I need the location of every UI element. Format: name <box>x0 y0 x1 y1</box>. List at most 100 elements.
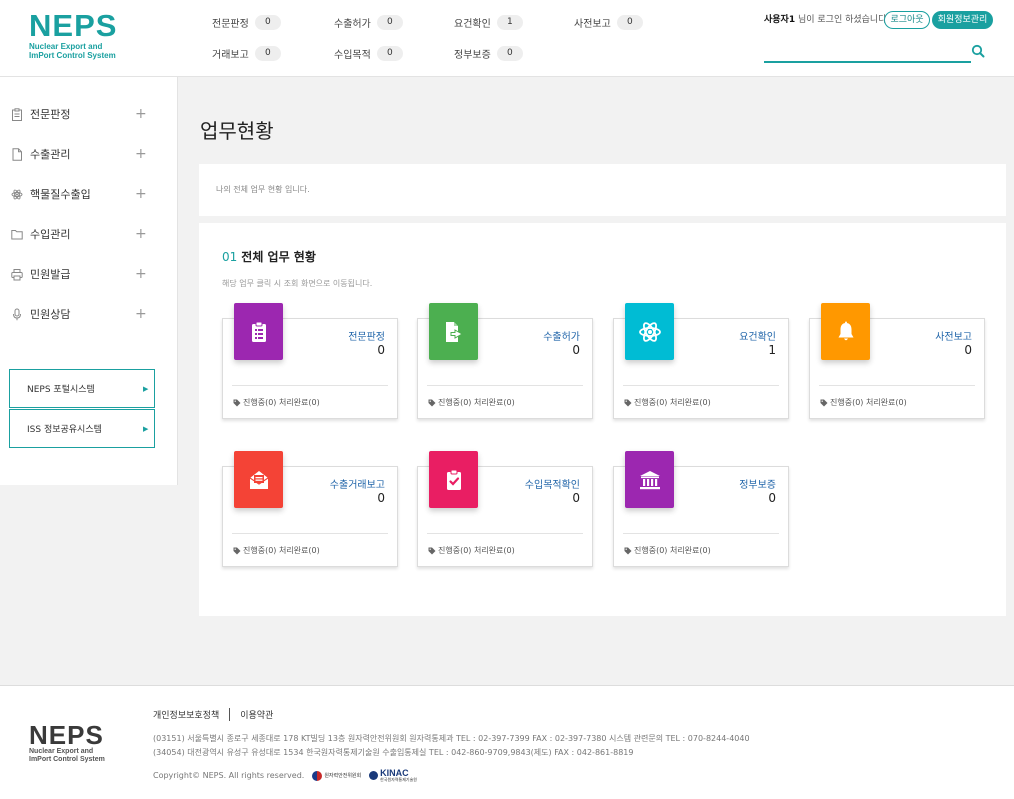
counter-export-license[interactable]: 수출허가 0 <box>334 14 403 30</box>
footer-address-2: (34054) 대전광역시 유성구 유성대로 1534 한국원자력통제기술원 수… <box>153 748 634 757</box>
government-icon <box>639 470 660 489</box>
user-name: 사용자1 <box>764 15 796 25</box>
privacy-policy-link[interactable]: 개인정보보호정책 <box>153 708 219 721</box>
counter-label: 전문판정 <box>212 18 249 30</box>
logo-subtitle-2: ImPort Control System <box>29 51 116 60</box>
counter-label: 수입목적 <box>334 49 371 61</box>
atom-icon <box>638 321 661 342</box>
sidebar-item-label: 수출관리 <box>30 148 71 161</box>
neps-logo[interactable]: NEPS Nuclear Export and ImPort Control S… <box>29 8 118 61</box>
portal-label: ISS 정보공유시스템 <box>27 425 102 435</box>
sidebar-item-civil-consultation[interactable]: 민원상담 + <box>0 294 178 334</box>
footer-logo-subtitle-2: ImPort Control System <box>29 756 105 763</box>
microphone-icon <box>13 308 21 320</box>
card-title: 정부보증 <box>739 480 776 491</box>
logout-button[interactable]: 로그아웃 <box>884 11 930 29</box>
sidebar-item-judgment[interactable]: 전문판정 + <box>0 94 178 134</box>
card-status: 진행중(0) 처리완료(0) <box>428 397 515 408</box>
counter-requirement-check[interactable]: 요건확인 1 <box>454 14 523 30</box>
search-icon[interactable] <box>971 44 985 58</box>
sidebar-item-label: 민원상담 <box>30 308 71 321</box>
tag-icon <box>820 399 828 406</box>
footer-address-1: (03151) 서울특별시 종로구 세종대로 178 KT빌딩 13층 원자력안… <box>153 734 750 743</box>
card-status: 진행중(0) 처리완료(0) <box>233 545 320 556</box>
logo-word: NEPS <box>29 8 118 43</box>
card-export-license[interactable]: 수출허가 0 진행중(0) 처리완료(0) <box>417 303 593 419</box>
expand-plus-icon[interactable]: + <box>135 307 147 321</box>
card-title: 수출거래보고 <box>329 480 385 491</box>
search-input[interactable] <box>764 48 971 65</box>
counter-label: 수출허가 <box>334 18 371 30</box>
counter-label: 거래보고 <box>212 49 249 61</box>
counter-transaction-report[interactable]: 거래보고 0 <box>212 45 281 61</box>
expand-plus-icon[interactable]: + <box>135 147 147 161</box>
caret-right-icon: ▶ <box>143 424 149 433</box>
expand-plus-icon[interactable]: + <box>135 267 147 281</box>
card-count: 0 <box>768 491 776 505</box>
counter-badge: 0 <box>254 14 281 30</box>
terms-link[interactable]: 이용약관 <box>240 708 273 721</box>
footer-logo-word: NEPS <box>29 720 104 750</box>
sidebar-item-label: 민원발급 <box>30 268 71 281</box>
member-info-button[interactable]: 회원정보관리 <box>932 11 993 29</box>
counter-badge: 0 <box>496 45 523 61</box>
expand-plus-icon[interactable]: + <box>135 107 147 121</box>
sidebar-item-export-management[interactable]: 수출관리 + <box>0 134 178 174</box>
page-description: 나의 전체 업무 현황 입니다. <box>216 185 310 194</box>
expand-plus-icon[interactable]: + <box>135 227 147 241</box>
card-title: 전문판정 <box>348 332 385 343</box>
kinac-logo: KINAC 한국원자력통제기술원 <box>369 769 417 782</box>
footer-links: 개인정보보호정책 이용약관 <box>153 708 273 721</box>
tag-icon <box>233 399 241 406</box>
card-judgment[interactable]: 전문판정 0 진행중(0) 처리완료(0) <box>222 303 398 419</box>
card-count: 0 <box>377 491 385 505</box>
card-status-text: 진행중(0) 처리완료(0) <box>634 398 711 407</box>
card-import-purpose-check[interactable]: 수입목적확인 0 진행중(0) 처리완료(0) <box>417 451 593 567</box>
card-divider <box>623 385 779 386</box>
card-divider <box>623 533 779 534</box>
card-status-text: 진행중(0) 처리완료(0) <box>243 546 320 555</box>
card-count: 0 <box>572 491 580 505</box>
tag-icon <box>428 547 436 554</box>
kinac-logo-subtext: 한국원자력통제기술원 <box>380 777 417 782</box>
nssc-logo-text: 원자력안전위원회 <box>324 773 362 779</box>
tag-icon <box>428 399 436 406</box>
sidebar-item-import-management[interactable]: 수입관리 + <box>0 214 178 254</box>
sidebar-item-nuclear-material[interactable]: 핵물질수출입 + <box>0 174 178 214</box>
counter-badge: 0 <box>254 45 281 61</box>
card-icon-box <box>429 451 478 508</box>
copyright-text: Copyright© NEPS. All rights reserved. <box>153 771 305 780</box>
bell-icon <box>838 321 853 340</box>
card-icon-box <box>234 451 283 508</box>
section-description: 해당 업무 클릭 시 조회 화면으로 이동됩니다. <box>222 279 373 288</box>
card-government-guarantee[interactable]: 정부보증 0 진행중(0) 처리완료(0) <box>613 451 789 567</box>
card-prior-report[interactable]: 사전보고 0 진행중(0) 처리완료(0) <box>809 303 985 419</box>
expand-plus-icon[interactable]: + <box>135 187 147 201</box>
counter-judgment[interactable]: 전문판정 0 <box>212 14 281 30</box>
sidebar-item-civil-issuance[interactable]: 민원발급 + <box>0 254 178 294</box>
counter-badge: 0 <box>376 45 403 61</box>
card-count: 0 <box>964 343 972 357</box>
footer-copyright-row: Copyright© NEPS. All rights reserved. 원자… <box>153 769 417 783</box>
user-greeting: 사용자1 님이 로그인 하셨습니다. <box>764 12 889 28</box>
card-export-transaction-report[interactable]: 수출거래보고 0 진행중(0) 처리완료(0) <box>222 451 398 567</box>
printer-icon <box>11 268 23 280</box>
section-number: 01 <box>222 250 238 264</box>
counter-import-purpose[interactable]: 수입목적 0 <box>334 45 403 61</box>
card-requirement-check[interactable]: 요건확인 1 진행중(0) 처리완료(0) <box>613 303 789 419</box>
card-title: 요건확인 <box>739 332 776 343</box>
counter-government-guarantee[interactable]: 정부보증 0 <box>454 45 523 61</box>
card-icon-box <box>625 451 674 508</box>
counter-label: 정부보증 <box>454 49 491 61</box>
card-title: 수입목적확인 <box>524 480 580 491</box>
neps-portal-button[interactable]: NEPS 포털시스템 ▶ <box>9 369 155 408</box>
tag-icon <box>624 547 632 554</box>
sidebar-item-label: 핵물질수출입 <box>30 188 91 201</box>
card-status: 진행중(0) 처리완료(0) <box>624 397 711 408</box>
clipboard-icon <box>12 107 22 121</box>
search-box <box>764 44 971 65</box>
tag-icon <box>233 547 241 554</box>
counter-badge: 0 <box>616 14 643 30</box>
iss-portal-button[interactable]: ISS 정보공유시스템 ▶ <box>9 409 155 448</box>
counter-prior-report[interactable]: 사전보고 0 <box>574 14 643 30</box>
